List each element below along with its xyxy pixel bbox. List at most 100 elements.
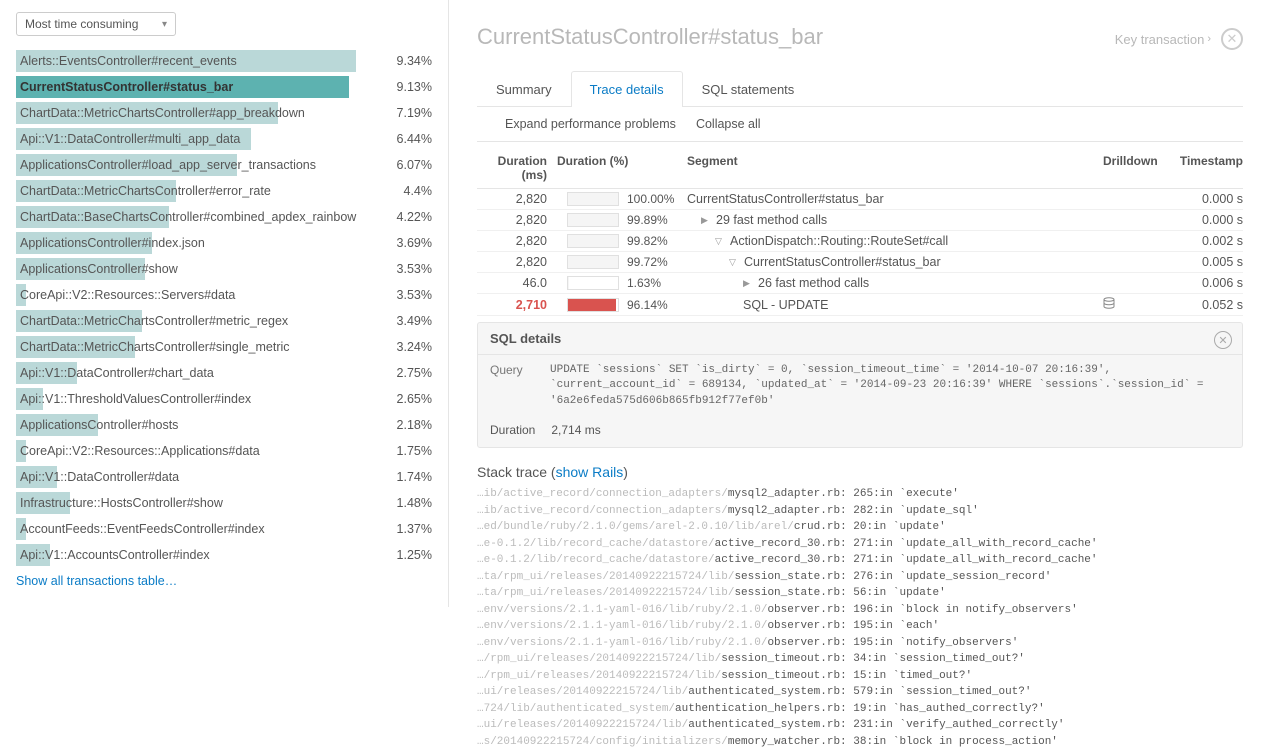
percent-text: 96.14% [627,298,668,312]
percent-text: 99.89% [627,213,668,227]
transaction-row[interactable]: Api::V1::ThresholdValuesController#index… [16,386,432,412]
transaction-label: Alerts::EventsController#recent_events [20,50,237,72]
transaction-row[interactable]: Api::V1::DataController#data1.74% [16,464,432,490]
sort-dropdown[interactable]: Most time consuming ▾ [16,12,176,36]
transaction-percent: 3.53% [372,262,432,276]
show-rails-link[interactable]: show Rails [556,464,624,480]
stack-trace-line: …s/20140922215724/config/initializers/me… [477,734,1243,750]
duration-ms: 2,820 [477,192,547,206]
transaction-row[interactable]: ApplicationsController#hosts 2.18% [16,412,432,438]
tree-toggle-icon[interactable]: ▽ [715,236,725,247]
chevron-down-icon: ▾ [162,19,167,30]
transaction-row[interactable]: ApplicationsController#show3.53% [16,256,432,282]
stack-trace-line: …e-0.1.2/lib/record_cache/datastore/acti… [477,536,1243,553]
transaction-row[interactable]: Api::V1::DataController#multi_app_data6.… [16,126,432,152]
trace-row[interactable]: 2,82099.82%▽ActionDispatch::Routing::Rou… [477,231,1243,252]
transaction-list: Alerts::EventsController#recent_events 9.… [16,48,432,568]
transaction-label: ChartData::MetricChartsController#app_br… [20,102,305,124]
transaction-row[interactable]: AccountFeeds::EventFeedsController#index… [16,516,432,542]
sql-details-panel: SQL details ✕ Query UPDATE `sessions` SE… [477,322,1243,448]
timestamp: 0.000 s [1163,213,1243,227]
segment-name: SQL - UPDATE [743,298,828,312]
trace-row[interactable]: 46.0 1.63% ▶ 26 fast method calls 0.006 s [477,273,1243,294]
transaction-label: AccountFeeds::EventFeedsController#index [20,518,265,540]
duration-ms: 2,820 [477,213,547,227]
sql-details-title: SQL details [478,323,1242,355]
percent-text: 100.00% [627,192,674,206]
expand-problems-button[interactable]: Expand performance problems [505,117,676,131]
tree-toggle-icon[interactable]: ▶ [701,215,711,226]
transaction-label: ChartData::MetricChartsController#metric… [20,310,288,332]
transaction-row[interactable]: ChartData::BaseChartsController#combined… [16,204,432,230]
tab-sql-statements[interactable]: SQL statements [683,71,814,107]
percent-text: 99.82% [627,234,668,248]
transaction-row[interactable]: CoreApi::V2::Resources::Applications#dat… [16,438,432,464]
stack-trace-title: Stack trace (show Rails) [477,464,1243,480]
close-icon[interactable]: ✕ [1221,28,1243,50]
transaction-percent: 4.22% [372,210,432,224]
transaction-percent: 1.48% [372,496,432,510]
duration-ms: 46.0 [477,276,547,290]
percent-bar [567,192,619,206]
transaction-row[interactable]: Api::V1::AccountsController#index 1.25% [16,542,432,568]
stack-trace-line: …env/versions/2.1.1-yaml-016/lib/ruby/2.… [477,602,1243,619]
transaction-row[interactable]: ChartData::MetricChartsController#single… [16,334,432,360]
segment-name: 29 fast method calls [716,213,827,227]
trace-row[interactable]: 2,82099.72%▽CurrentStatusController#stat… [477,252,1243,273]
transaction-row[interactable]: ChartData::MetricChartsController#app_br… [16,100,432,126]
database-icon[interactable] [1103,297,1115,309]
tree-toggle-icon[interactable]: ▽ [729,257,739,268]
transaction-percent: 9.34% [372,54,432,68]
transaction-row[interactable]: Alerts::EventsController#recent_events 9.… [16,48,432,74]
key-transaction-link[interactable]: Key transaction › [1115,32,1211,47]
trace-row[interactable]: 2,71096.14%SQL - UPDATE0.052 s [477,294,1243,316]
transaction-percent: 1.25% [372,548,432,562]
tab-trace-details[interactable]: Trace details [571,71,683,107]
stack-trace-line: …ta/rpm_ui/releases/20140922215724/lib/s… [477,569,1243,586]
sql-query-text: UPDATE `sessions` SET `is_dirty` = 0, `s… [550,363,1230,409]
percent-text: 1.63% [627,276,661,290]
transaction-percent: 6.07% [372,158,432,172]
transaction-label: ChartData::BaseChartsController#combined… [20,206,356,228]
transaction-row[interactable]: ChartData::MetricChartsController#error_… [16,178,432,204]
transaction-percent: 4.4% [372,184,432,198]
transaction-percent: 3.49% [372,314,432,328]
dropdown-label: Most time consuming [25,17,138,31]
trace-row[interactable]: 2,820 100.00% CurrentStatusController#stat… [477,189,1243,210]
trace-row[interactable]: 2,820 99.89% ▶ 29 fast method calls 0.000 s [477,210,1243,231]
stack-trace-line: …ta/rpm_ui/releases/20140922215724/lib/s… [477,585,1243,602]
transaction-percent: 2.18% [372,418,432,432]
percent-text: 99.72% [627,255,668,269]
transaction-row[interactable]: CoreApi::V2::Resources::Servers#data3.53… [16,282,432,308]
transaction-row[interactable]: Api::V1::DataController#chart_data2.75% [16,360,432,386]
collapse-all-button[interactable]: Collapse all [696,117,761,131]
transaction-label: ApplicationsController#index.json [20,232,205,254]
stack-trace-line: …724/lib/authenticated_system/authentica… [477,701,1243,718]
col-duration-pct: Duration (%) [547,154,677,182]
close-icon[interactable]: ✕ [1214,331,1232,349]
transaction-row[interactable]: CurrentStatusController#status_bar9.13% [16,74,432,100]
transaction-label: Api::V1::AccountsController#index [20,544,210,566]
transaction-percent: 2.75% [372,366,432,380]
transaction-label: ApplicationsController#hosts [20,414,178,436]
transaction-percent: 7.19% [372,106,432,120]
duration-ms: 2,820 [477,234,547,248]
segment-name: CurrentStatusController#status_bar [687,192,884,206]
transaction-percent: 2.65% [372,392,432,406]
stack-trace-line: …ib/active_record/connection_adapters/my… [477,503,1243,520]
timestamp: 0.006 s [1163,276,1243,290]
stack-trace-line: …ed/bundle/ruby/2.1.0/gems/arel-2.0.10/l… [477,519,1243,536]
transaction-row[interactable]: ApplicationsController#index.json3.69% [16,230,432,256]
percent-bar [567,276,619,290]
transaction-row[interactable]: Infrastructure::HostsController#show1.48… [16,490,432,516]
stack-trace-line: …ui/releases/20140922215724/lib/authenti… [477,684,1243,701]
segment-name: 26 fast method calls [758,276,869,290]
percent-bar [567,234,619,248]
transaction-percent: 1.37% [372,522,432,536]
show-all-link[interactable]: Show all transactions table… [16,574,177,588]
tab-summary[interactable]: Summary [477,71,571,107]
transaction-row[interactable]: ApplicationsController#load_app_server_t… [16,152,432,178]
transaction-row[interactable]: ChartData::MetricChartsController#metric… [16,308,432,334]
tree-toggle-icon[interactable]: ▶ [743,278,753,289]
timestamp: 0.000 s [1163,192,1243,206]
